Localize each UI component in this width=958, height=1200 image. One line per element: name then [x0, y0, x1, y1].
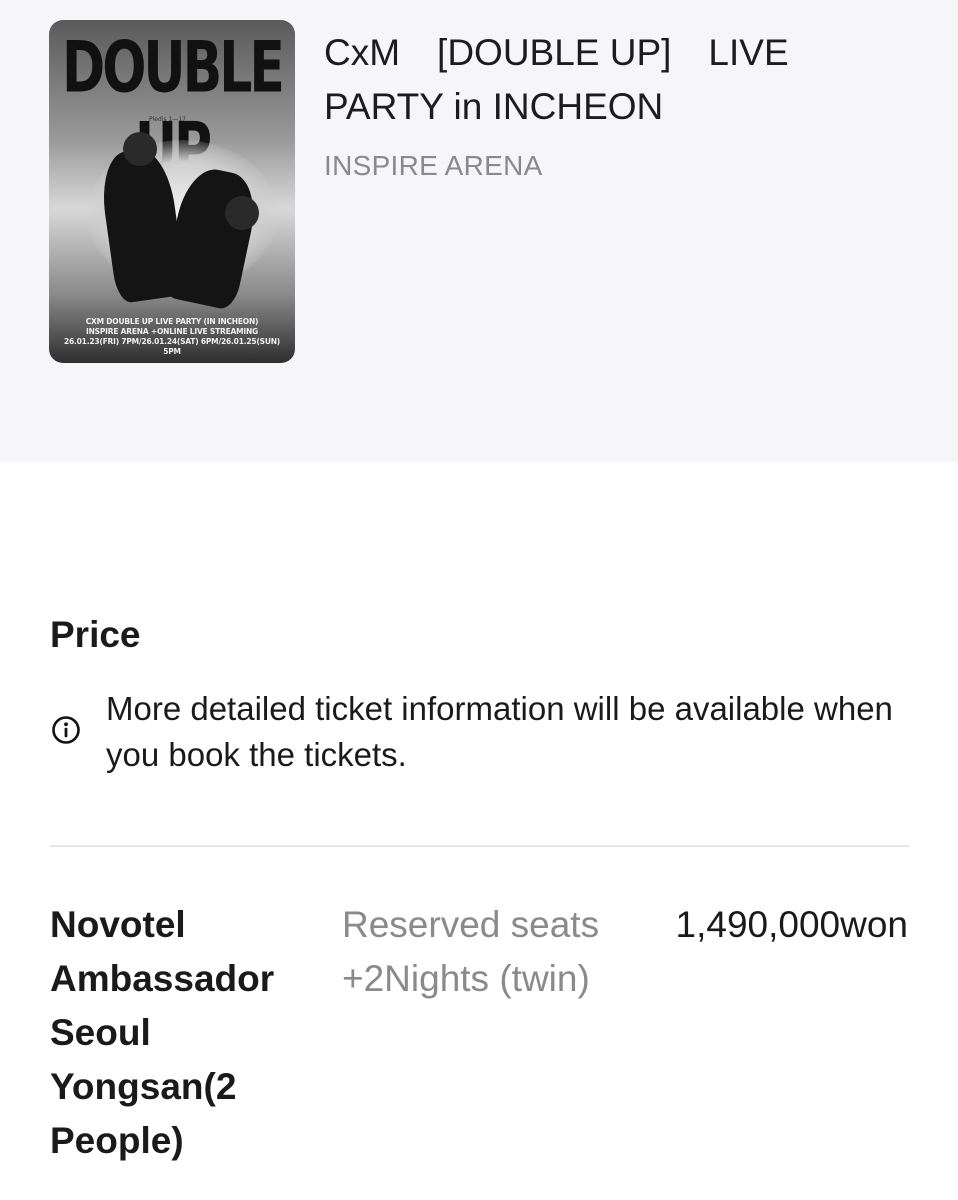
event-header: DOUBLE UP Pledis 1—17 CXM DOUBLE UP LIVE…	[0, 0, 958, 462]
price-row-name: Novotel Ambassador Seoul Yongsan(2 Peopl…	[50, 904, 275, 1161]
poster-caption: CXM DOUBLE UP LIVE PARTY (IN INCHEON) IN…	[59, 317, 285, 357]
event-venue[interactable]: INSPIRE ARENA	[324, 150, 543, 182]
poster-caption-line: 26.01.23(FRI) 7PM/26.01.24(SAT) 6PM/26.0…	[63, 337, 281, 356]
event-title: CxM [DOUBLE UP] LIVE PARTY in INCHEON	[324, 32, 799, 127]
price-notice-text: More detailed ticket information will be…	[106, 690, 893, 773]
price-section-title: Price	[50, 614, 141, 655]
price-row-amount: 1,490,000won	[675, 904, 908, 945]
poster-head-right	[225, 196, 259, 230]
poster-small-text: Pledis 1—17	[149, 116, 186, 123]
poster-caption-line: CXM DOUBLE UP LIVE PARTY (IN INCHEON)	[85, 317, 259, 326]
info-circle-icon	[52, 716, 80, 744]
event-poster-image[interactable]: DOUBLE UP Pledis 1—17 CXM DOUBLE UP LIVE…	[49, 20, 295, 363]
price-row-description: Reserved seats +2Nights (twin)	[342, 904, 600, 999]
divider	[50, 845, 909, 847]
poster-head-left	[123, 132, 157, 166]
poster-caption-line: INSPIRE ARENA +ONLINE LIVE STREAMING	[86, 327, 258, 336]
